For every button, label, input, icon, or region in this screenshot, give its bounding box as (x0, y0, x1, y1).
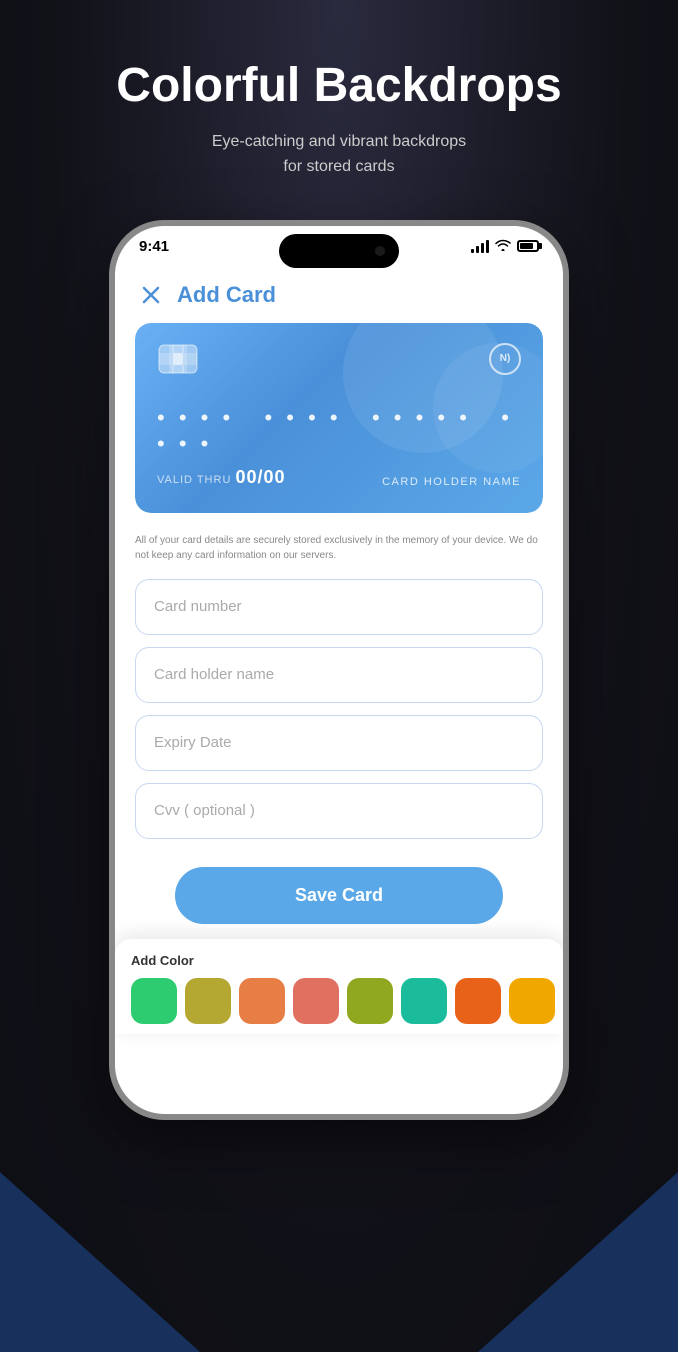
dynamic-island (279, 234, 399, 268)
cvv-label: Cvv ( optional ) (154, 802, 255, 819)
chip-icon (157, 343, 199, 375)
header-section: Colorful Backdrops Eye-catching and vibr… (0, 0, 678, 210)
color-swatch-green[interactable] (131, 978, 177, 1024)
subtitle: Eye-catching and vibrant backdropsfor st… (40, 129, 638, 180)
card-number-label: Card number (154, 598, 242, 615)
color-picker-popup: Add Color (115, 939, 563, 1034)
expiry-label: Expiry Date (154, 734, 232, 751)
signal-icon (471, 240, 489, 253)
phone-screen: 9:41 (115, 226, 563, 1114)
status-icons (471, 239, 539, 254)
valid-thru-section: VALID THRU 00/00 (157, 467, 286, 488)
phone-wrapper: 9:41 (0, 220, 678, 1120)
nfc-icon: N) (489, 343, 521, 375)
page-title: Add Card (177, 282, 276, 308)
save-card-button[interactable]: Save Card (175, 867, 503, 924)
card-holder-field[interactable]: Card holder name (135, 647, 543, 703)
color-swatches (131, 978, 547, 1024)
expiry-field[interactable]: Expiry Date (135, 715, 543, 771)
form-section: Card number Card holder name Expiry Date… (115, 575, 563, 855)
volume-down-button (109, 496, 111, 556)
card-container: N) • • • • • • • • • • • • • • • • • VAL… (135, 323, 543, 513)
card-holder-label: Card holder name (154, 666, 274, 683)
valid-thru-label: VALID THRU 00/00 (157, 467, 286, 488)
color-swatch-orange[interactable] (239, 978, 285, 1024)
card-holder-name: CARD HOLDER NAME (382, 476, 521, 488)
card-number-field[interactable]: Card number (135, 579, 543, 635)
color-swatch-gold[interactable] (509, 978, 555, 1024)
card-bottom: VALID THRU 00/00 CARD HOLDER NAME (157, 467, 521, 488)
credit-card: N) • • • • • • • • • • • • • • • • • VAL… (135, 323, 543, 513)
phone-mockup: 9:41 (109, 220, 569, 1120)
color-swatch-olive[interactable] (185, 978, 231, 1024)
color-swatch-salmon[interactable] (293, 978, 339, 1024)
phone-content: Add Card (115, 263, 563, 1114)
top-bar: Add Card (115, 263, 563, 323)
main-title: Colorful Backdrops (40, 60, 638, 113)
volume-mute-button (109, 366, 111, 406)
color-swatch-teal[interactable] (401, 978, 447, 1024)
color-swatch-orange2[interactable] (455, 978, 501, 1024)
save-button-container: Save Card (115, 855, 563, 944)
cvv-field[interactable]: Cvv ( optional ) (135, 783, 543, 839)
battery-icon (517, 240, 539, 252)
card-number-display: • • • • • • • • • • • • • • • • • (157, 405, 521, 457)
color-swatch-yellow-green[interactable] (347, 978, 393, 1024)
card-top: N) (157, 343, 521, 375)
valid-date: 00/00 (235, 467, 285, 487)
camera-dot (375, 246, 385, 256)
security-note: All of your card details are securely st… (115, 525, 563, 575)
nfc-label: N) (500, 353, 511, 364)
power-button (567, 426, 569, 506)
close-button[interactable] (135, 279, 167, 311)
wifi-icon (495, 239, 511, 254)
status-time: 9:41 (139, 238, 169, 255)
volume-up-button (109, 421, 111, 481)
add-color-label: Add Color (131, 953, 547, 968)
